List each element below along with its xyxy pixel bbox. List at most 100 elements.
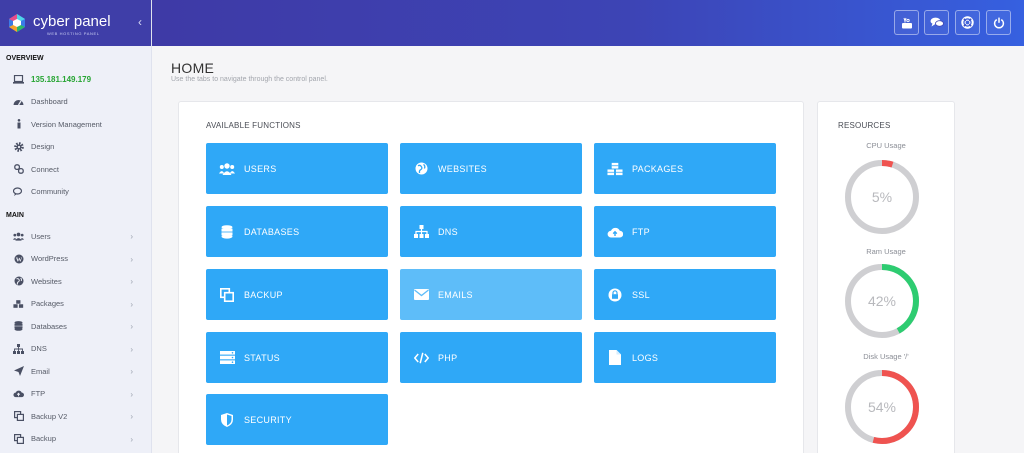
sidebar-item-design[interactable]: Design [0,136,151,159]
sidebar-item-label: Databases [31,321,67,331]
info-icon [13,119,24,130]
sidebar-item-label: Design [31,142,55,152]
dns-tile[interactable]: DNS [400,206,582,257]
chevron-right-icon: › [130,277,133,286]
sidebar-item-label: FTP [31,389,46,399]
sidebar-item-websites[interactable]: Websites › [0,270,151,293]
sidebar: cyber panel WEB HOSTING PANEL ‹ OVERVIEW… [0,0,152,453]
sidebar-item-ip[interactable]: 135.181.149.179 [0,68,151,91]
tile-label: FTP [632,226,650,237]
ftp-tile[interactable]: FTP [594,206,776,257]
support-button[interactable] [955,10,980,35]
sidebar-item-label: Connect [31,164,59,174]
resources-title: RESOURCES [838,121,891,130]
cubes-icon [13,298,24,309]
gear-icon [13,141,24,152]
envelope-icon [413,287,429,303]
paper-plane-icon [13,366,24,377]
sidebar-item-label: Version Management [31,119,102,129]
available-functions-title: AVAILABLE FUNCTIONS [206,121,301,130]
sidebar-item-label: Community [31,187,69,197]
tile-label: PACKAGES [632,163,684,174]
security-tile[interactable]: SECURITY [206,394,388,445]
sitemap-icon [413,224,429,240]
sidebar-item-community[interactable]: Community [0,181,151,204]
cyberpanel-logo-icon[interactable] [7,13,27,33]
ram-usage-label: Ram Usage [866,247,906,256]
users-icon [219,161,235,177]
sidebar-item-label: Email [31,366,50,376]
sidebar-item-databases[interactable]: Databases › [0,315,151,338]
chevron-right-icon: › [130,232,133,241]
sidebar-item-users[interactable]: Users › [0,225,151,248]
comments-icon [13,186,24,197]
disk-usage-gauge: 54% [844,369,920,445]
cpu-usage-gauge: 5% [844,159,920,235]
packages-tile[interactable]: PACKAGES [594,143,776,194]
chevron-right-icon: › [130,367,133,376]
websites-tile[interactable]: WEBSITES [400,143,582,194]
php-tile[interactable]: PHP [400,332,582,383]
sidebar-item-label: WordPress [31,254,68,264]
sidebar-collapse-icon[interactable]: ‹ [138,15,142,29]
sidebar-item-label: Users [31,231,51,241]
youtube-button[interactable] [894,10,919,35]
sidebar-item-ftp[interactable]: FTP › [0,383,151,406]
status-tile[interactable]: STATUS [206,332,388,383]
sidebar-item-label: Backup V2 [31,411,68,421]
code-icon [413,350,429,366]
sidebar-item-backup-v2[interactable]: Backup V2 › [0,405,151,428]
brand-header: cyber panel WEB HOSTING PANEL ‹ [0,0,151,46]
brand-tagline: WEB HOSTING PANEL [47,31,100,36]
tile-label: STATUS [244,352,280,363]
copy-icon [13,411,24,422]
disk-usage-label: Disk Usage '/' [863,352,909,361]
tile-label: SSL [632,289,650,300]
logs-tile[interactable]: LOGS [594,332,776,383]
chevron-right-icon: › [130,344,133,354]
cloud-upload-icon [13,388,24,399]
sidebar-item-wordpress[interactable]: W WordPress › [0,248,151,271]
support-icon [961,16,974,29]
users-icon [13,231,24,242]
ram-usage-gauge: 42% [844,263,920,339]
file-icon [607,350,623,366]
tile-label: PHP [438,352,458,363]
sidebar-item-packages[interactable]: Packages › [0,293,151,316]
top-header-bar [152,0,1024,46]
disk-usage-value: 54% [867,399,897,415]
ram-usage-value: 42% [867,293,897,309]
page-subtitle: Use the tabs to navigate through the con… [171,76,328,83]
youtube-icon [901,17,913,29]
sidebar-item-dashboard[interactable]: Dashboard [0,91,151,114]
sidebar-item-version-management[interactable]: Version Management [0,113,151,136]
chevron-right-icon: › [130,254,133,264]
power-button[interactable] [986,10,1011,35]
emails-tile[interactable]: EMAILS [400,269,582,320]
sidebar-item-label: DNS [31,344,47,354]
sidebar-item-backup[interactable]: Backup › [0,428,151,451]
chat-button[interactable] [924,10,949,35]
chevron-right-icon: › [130,322,133,331]
lock-icon [607,287,623,303]
link-icon [13,164,24,175]
databases-tile[interactable]: DATABASES [206,206,388,257]
brand-name: cyber panel [33,12,111,30]
svg-text:W: W [15,256,22,263]
sidebar-item-connect[interactable]: Connect [0,158,151,181]
tile-label: WEBSITES [438,163,487,174]
tile-label: LOGS [632,352,659,363]
cloud-upload-icon [607,224,623,240]
ssl-tile[interactable]: SSL [594,269,776,320]
users-tile[interactable]: USERS [206,143,388,194]
main-section-title: MAIN [6,212,24,219]
copy-icon [13,433,24,444]
sidebar-item-email[interactable]: Email › [0,360,151,383]
sidebar-item-dns[interactable]: DNS › [0,338,151,361]
globe-icon [413,161,429,177]
backup-tile[interactable]: BACKUP [206,269,388,320]
chevron-right-icon: › [130,389,133,399]
cubes-icon [607,161,623,177]
page-title: HOME [171,60,215,76]
copy-icon [219,287,235,303]
